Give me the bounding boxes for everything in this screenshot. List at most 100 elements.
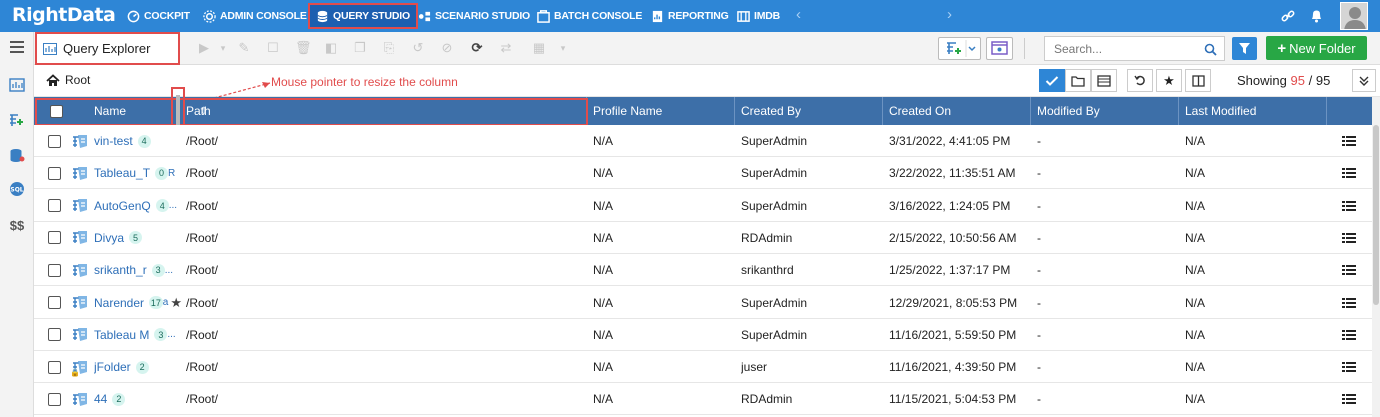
- row-menu-icon[interactable]: [1342, 393, 1356, 405]
- star-icon[interactable]: ★: [170, 295, 182, 311]
- row-checkbox[interactable]: [48, 360, 61, 374]
- row-menu-icon[interactable]: [1342, 167, 1356, 179]
- run-icon[interactable]: ▶: [197, 41, 211, 55]
- nav-admin-console[interactable]: ADMIN CONSOLE: [203, 3, 307, 29]
- table-row[interactable]: srikanth_r 3... /Root/N/A srikanthrd 1/25/20…: [34, 254, 1372, 287]
- search-icon[interactable]: [1204, 43, 1217, 56]
- table-row[interactable]: Divya 5/Root/N/A RDAdmin 2/15/2022, 10:50:5…: [34, 221, 1372, 254]
- query-name-link[interactable]: Narender: [94, 296, 144, 310]
- query-name-link[interactable]: Tableau_T: [94, 166, 150, 180]
- data-source-icon[interactable]: [7, 146, 27, 164]
- undo-toggle[interactable]: [1127, 69, 1153, 92]
- breadcrumb-root[interactable]: Root: [65, 73, 90, 87]
- row-checkbox[interactable]: [48, 134, 61, 148]
- collapse-button[interactable]: [1352, 69, 1376, 92]
- hamburger-menu-icon[interactable]: [7, 38, 27, 56]
- column-header-last-modified[interactable]: Last Modified: [1179, 97, 1327, 125]
- table-row[interactable]: 44 2/Root/N/A RDAdmin 11/15/2021, 5:04:53 P…: [34, 383, 1372, 416]
- preview-button[interactable]: [986, 37, 1013, 60]
- table-row[interactable]: 🔒 jFolder 2/Root/N/A juser 11/16/2021, 4:39:…: [34, 351, 1372, 384]
- row-checkbox[interactable]: [48, 328, 61, 342]
- table-row[interactable]: vin-test 4/Root/N/A SuperAdmin 3/31/2022, 4…: [34, 125, 1372, 157]
- add-query-button[interactable]: [938, 37, 981, 60]
- profile-name-cell: N/A: [593, 295, 614, 310]
- run-dropdown-icon[interactable]: ▾: [216, 41, 230, 55]
- row-menu-icon[interactable]: [1342, 135, 1356, 147]
- query-name-link[interactable]: AutoGenQ: [94, 199, 151, 213]
- move-icon[interactable]: ⎘: [382, 41, 396, 55]
- nav-cockpit[interactable]: COCKPIT: [127, 3, 190, 29]
- column-header-created-on[interactable]: Created On: [883, 97, 1031, 125]
- favorites-toggle[interactable]: ★: [1156, 69, 1182, 92]
- folder-icon: [1071, 75, 1085, 87]
- vertical-scrollbar[interactable]: [1372, 97, 1380, 417]
- query-builder-icon[interactable]: [7, 111, 27, 129]
- query-name-link[interactable]: vin-test: [94, 134, 133, 148]
- brand-logo[interactable]: RightData: [12, 4, 116, 26]
- query-name-link[interactable]: 44: [94, 392, 107, 406]
- transfer-icon[interactable]: ⇄: [499, 41, 513, 55]
- row-checkbox[interactable]: [48, 263, 61, 277]
- grid-icon[interactable]: ▦: [532, 41, 546, 55]
- row-checkbox[interactable]: [48, 199, 61, 213]
- select-all-cell: [34, 97, 78, 125]
- copy-icon[interactable]: ❐: [353, 41, 367, 55]
- column-header-name[interactable]: Name ⇕: [88, 97, 208, 125]
- table-row[interactable]: AutoGenQ 4... /Root/N/A SuperAdmin 3/16/2022…: [34, 189, 1372, 222]
- row-checkbox[interactable]: [48, 231, 61, 245]
- query-name-link[interactable]: jFolder: [94, 360, 131, 374]
- scrollbar-thumb[interactable]: [1373, 125, 1379, 305]
- row-menu-icon[interactable]: [1342, 297, 1356, 309]
- row-menu-icon[interactable]: [1342, 361, 1356, 373]
- select-all-checkbox[interactable]: [49, 104, 63, 118]
- last-modified-cell: N/A: [1185, 295, 1206, 310]
- table-row[interactable]: Narender 17 a ★ /Root/N/A SuperAdmin 12/29/202…: [34, 286, 1372, 319]
- folder-view-toggle[interactable]: [1065, 69, 1091, 92]
- row-checkbox[interactable]: [48, 392, 61, 406]
- row-menu-icon[interactable]: [1342, 232, 1356, 244]
- query-name-link[interactable]: Tableau M: [94, 328, 149, 342]
- nav-imdb[interactable]: IMDB: [737, 3, 780, 29]
- column-header-path[interactable]: Path: [180, 97, 587, 125]
- table-view-toggle[interactable]: [1091, 69, 1117, 92]
- columns-toggle[interactable]: [1185, 69, 1211, 92]
- nav-query-studio[interactable]: QUERY STUDIO: [308, 3, 418, 29]
- row-menu-icon[interactable]: [1342, 329, 1356, 341]
- block-icon[interactable]: ⊘: [440, 41, 454, 55]
- table-row[interactable]: Tableau_T 0 R/Root/N/A SuperAdmin 3/22/2022,…: [34, 157, 1372, 190]
- row-menu-icon[interactable]: [1342, 264, 1356, 276]
- nav-scenario-studio[interactable]: SCENARIO STUDIO: [418, 3, 530, 29]
- row-checkbox[interactable]: [48, 296, 61, 309]
- nav-next-arrow[interactable]: ›: [947, 6, 952, 23]
- query-explorer-icon[interactable]: [7, 76, 27, 94]
- nav-reporting[interactable]: REPORTING: [651, 3, 729, 29]
- edit-icon[interactable]: ✎: [237, 41, 251, 55]
- column-header-modified-by[interactable]: Modified By: [1031, 97, 1179, 125]
- grid-dropdown-icon[interactable]: ▾: [556, 41, 570, 55]
- query-name-link[interactable]: srikanth_r: [94, 263, 147, 277]
- breadcrumb[interactable]: Root: [46, 73, 90, 87]
- link-icon[interactable]: [1281, 0, 1295, 32]
- column-header-profile-name[interactable]: Profile Name: [587, 97, 735, 125]
- history-icon[interactable]: ↺: [411, 41, 425, 55]
- new-folder-button[interactable]: + New Folder: [1266, 36, 1367, 60]
- edit-query-icon[interactable]: ☐: [266, 41, 280, 55]
- row-checkbox[interactable]: [48, 166, 61, 180]
- delete-icon[interactable]: 🗑: [295, 41, 312, 55]
- query-name-link[interactable]: Divya: [94, 231, 124, 245]
- sql-icon[interactable]: SQL: [7, 180, 27, 198]
- column-header-created-by[interactable]: Created By: [735, 97, 883, 125]
- refresh-icon[interactable]: ⟳: [470, 41, 484, 55]
- nav-batch-console[interactable]: BATCH CONSOLE: [537, 3, 642, 29]
- search-box[interactable]: [1044, 36, 1225, 61]
- compare-icon[interactable]: ◧: [324, 41, 338, 55]
- nav-prev-arrow[interactable]: ‹: [796, 6, 801, 23]
- bell-icon[interactable]: [1310, 0, 1323, 32]
- avatar[interactable]: [1340, 2, 1368, 30]
- pricing-icon[interactable]: $$: [7, 216, 27, 234]
- table-row[interactable]: Tableau M 3... /Root/N/A SuperAdmin 11/16/20…: [34, 318, 1372, 351]
- row-menu-icon[interactable]: [1342, 200, 1356, 212]
- search-input[interactable]: [1054, 41, 1194, 56]
- list-view-toggle[interactable]: [1039, 69, 1065, 92]
- filter-button[interactable]: [1232, 37, 1257, 60]
